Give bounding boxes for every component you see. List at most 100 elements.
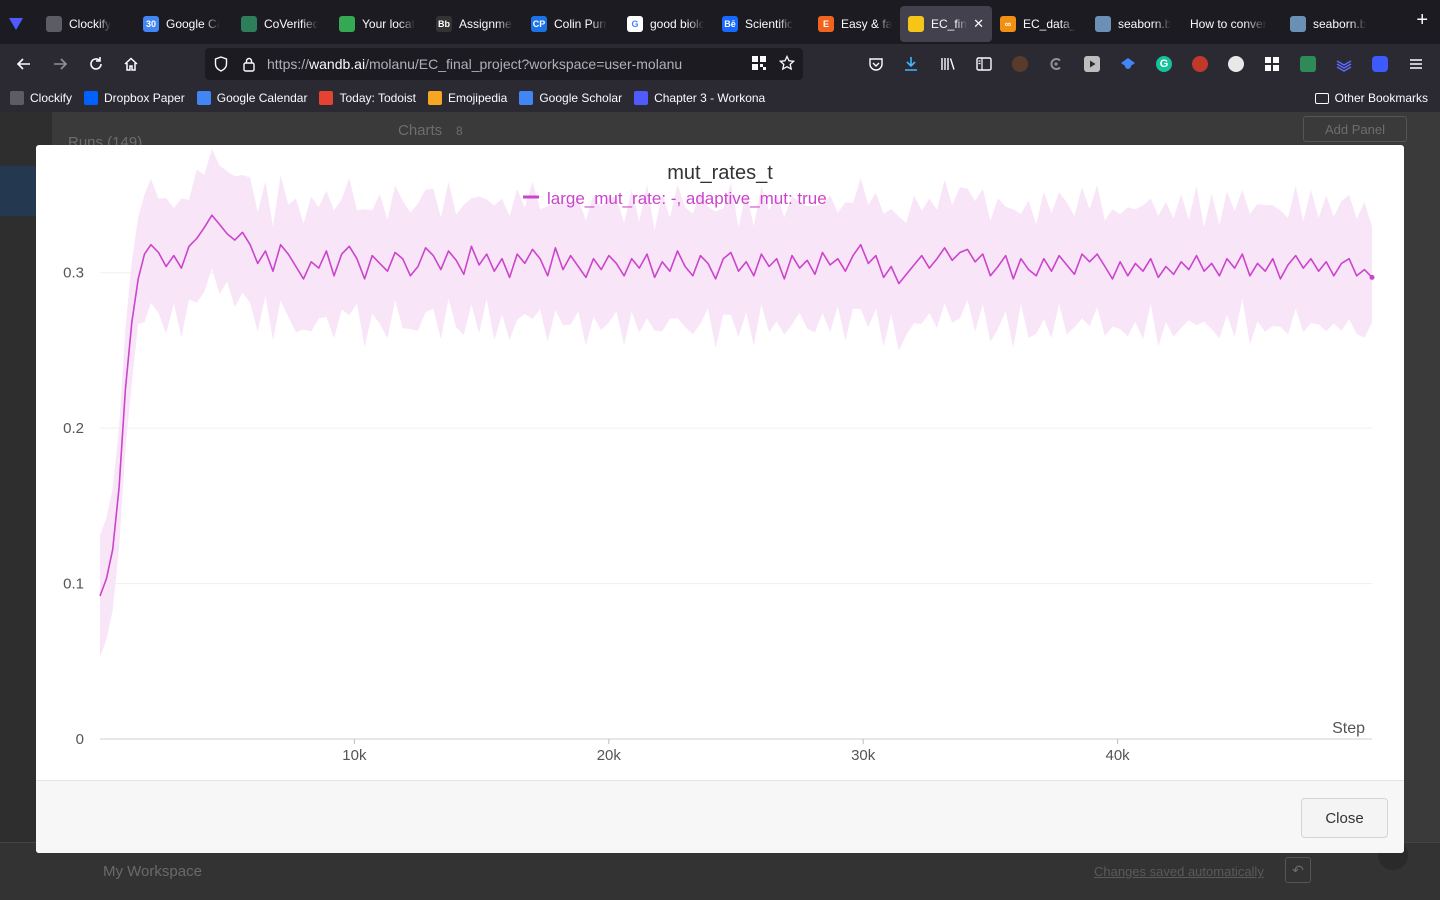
tab[interactable]: seaborn.b xyxy=(1087,6,1182,42)
tab-favicon-icon xyxy=(339,16,355,32)
new-tab-icon[interactable]: + xyxy=(1416,10,1428,30)
navigation-toolbar: https://wandb.ai/molanu/EC_final_project… xyxy=(0,44,1440,84)
chart-band xyxy=(100,148,1372,657)
qr-code-icon[interactable] xyxy=(751,55,767,74)
pocket-icon[interactable] xyxy=(868,56,884,72)
bookmark-item[interactable]: Google Calendar xyxy=(196,91,308,105)
tab[interactable]: Bē Scientific xyxy=(714,6,810,42)
folder-icon xyxy=(1314,92,1329,104)
saved-status: Changes saved automatically xyxy=(1094,864,1264,879)
tab-title: seaborn.b xyxy=(1118,17,1172,31)
tab-title: Scientific xyxy=(745,17,794,31)
reload-icon[interactable] xyxy=(80,48,112,80)
tab-favicon-icon xyxy=(241,16,257,32)
bookmark-item[interactable]: Google Scholar xyxy=(519,91,622,105)
extensions-icon[interactable] xyxy=(1264,56,1280,72)
tab-title: Assignmer xyxy=(459,17,513,31)
tab[interactable]: Bb Assignmer xyxy=(428,6,523,42)
x-tick-label: 10k xyxy=(342,747,367,764)
tab-title: CoVerified xyxy=(264,17,318,31)
badge-extension-icon[interactable] xyxy=(1192,56,1208,72)
close-button[interactable]: Close xyxy=(1301,798,1388,838)
charts-count: 8 xyxy=(456,124,463,138)
clockify-extension-icon[interactable] xyxy=(1048,56,1064,72)
bookmark-label: Emojipedia xyxy=(447,91,508,105)
tab-title: EC_data_ xyxy=(1023,17,1077,31)
back-icon[interactable] xyxy=(8,48,40,80)
bookmark-label: Google Calendar xyxy=(216,91,308,105)
tab[interactable]: How to conver xyxy=(1182,6,1282,42)
tab[interactable]: Ggood biolo xyxy=(619,6,714,42)
tab[interactable]: CP Colin Purr xyxy=(523,6,619,42)
tab-favicon-icon: Bē xyxy=(722,16,738,32)
tab[interactable]: 30 Google Ca xyxy=(135,6,233,42)
sidebar-icon[interactable] xyxy=(976,56,992,72)
chart-title: mut_rates_t xyxy=(667,162,773,184)
tab[interactable]: Your locat xyxy=(331,6,428,42)
tab-title: seaborn.b xyxy=(1313,17,1367,31)
tab-title: How to conver xyxy=(1190,17,1267,31)
privacy-extension-icon[interactable] xyxy=(1300,56,1316,72)
x-tick-label: 30k xyxy=(851,747,876,764)
bookmark-favicon-icon xyxy=(84,91,99,105)
workspace-name: My Workspace xyxy=(103,863,202,880)
x-axis-label: Step xyxy=(1332,720,1365,737)
tab-favicon-icon: 30 xyxy=(143,16,159,32)
bookmark-extension-icon[interactable] xyxy=(1372,56,1388,72)
tab-pinned-workona[interactable] xyxy=(0,6,38,42)
bookmark-item[interactable]: Chapter 3 - Workona xyxy=(634,91,765,105)
downloads-icon[interactable] xyxy=(903,56,919,72)
tab-favicon-icon: CP xyxy=(531,16,547,32)
home-icon[interactable] xyxy=(115,48,147,80)
tab[interactable]: EC_fina ✕ xyxy=(900,6,992,42)
url-bar[interactable]: https://wandb.ai/molanu/EC_final_project… xyxy=(205,48,803,80)
x-tick-label: 20k xyxy=(597,747,622,764)
scholar-extension-icon[interactable] xyxy=(1120,56,1136,72)
chart-legend[interactable]: large_mut_rate: -, adaptive_mut: true xyxy=(523,189,827,208)
tab-title: EC_fina xyxy=(931,17,968,31)
tab[interactable]: E Easy & fas xyxy=(810,6,900,42)
library-icon[interactable] xyxy=(940,56,956,72)
tab[interactable]: CoVerified xyxy=(233,6,331,42)
legend-label: large_mut_rate: -, adaptive_mut: true xyxy=(547,189,827,208)
y-tick-label: 0.3 xyxy=(63,265,84,282)
tab-title: Clockify xyxy=(69,17,112,31)
menu-icon[interactable] xyxy=(1408,56,1424,72)
other-bookmarks[interactable]: Other Bookmarks xyxy=(1314,91,1428,105)
tab-bar: Clockify 30 Google Ca CoVerified Your locat B… xyxy=(0,0,1440,44)
bookmark-favicon-icon xyxy=(634,91,649,105)
tab-favicon-icon: ∞ xyxy=(1000,16,1016,32)
bookmark-favicon-icon xyxy=(427,91,442,105)
tab[interactable]: Clockify xyxy=(38,6,135,42)
pirate-extension-icon[interactable] xyxy=(1012,56,1028,72)
bookmark-favicon-icon xyxy=(319,91,334,105)
bookmark-item[interactable]: Dropbox Paper xyxy=(84,91,185,105)
lock-icon[interactable] xyxy=(235,57,263,72)
video-extension-icon[interactable] xyxy=(1084,56,1100,72)
series-end-point xyxy=(1369,274,1375,280)
y-tick-label: 0 xyxy=(76,731,84,748)
bookmark-item[interactable]: Clockify xyxy=(10,91,72,105)
shield-icon[interactable] xyxy=(207,56,235,72)
line-chart: 0 0.1 0.2 0.3 10k 20k 30k 40k mut_rates_t large… xyxy=(63,148,1375,764)
bookmark-item[interactable]: Emojipedia xyxy=(427,91,508,105)
tab-favicon-icon: E xyxy=(818,16,834,32)
layers-extension-icon[interactable] xyxy=(1336,56,1352,72)
chart-fullscreen-modal: 0 0.1 0.2 0.3 10k 20k 30k 40k mut_rates_t large… xyxy=(36,145,1404,853)
bookmark-item[interactable]: Today: Todoist xyxy=(319,91,416,105)
add-panel-button: Add Panel xyxy=(1303,116,1407,142)
forward-icon[interactable] xyxy=(44,48,76,80)
cookie-extension-icon[interactable] xyxy=(1228,56,1244,72)
close-tab-icon[interactable]: ✕ xyxy=(973,16,984,32)
grammarly-icon[interactable]: G xyxy=(1156,56,1172,72)
bookmarks-toolbar: Clockify Dropbox Paper Google Calendar Toda… xyxy=(0,84,1440,112)
tab[interactable]: ∞ EC_data_ xyxy=(992,6,1087,42)
url-prefix: https:// xyxy=(267,56,310,72)
modal-footer: Close xyxy=(36,780,1404,853)
chart-area: 0 0.1 0.2 0.3 10k 20k 30k 40k mut_rates_t large… xyxy=(36,145,1404,780)
bookmark-favicon-icon xyxy=(519,91,534,105)
url-text[interactable]: https://wandb.ai/molanu/EC_final_project… xyxy=(267,56,682,72)
tab[interactable]: seaborn.b xyxy=(1282,6,1377,42)
tab-title: Easy & fas xyxy=(841,17,892,31)
bookmark-star-icon[interactable] xyxy=(778,54,796,74)
